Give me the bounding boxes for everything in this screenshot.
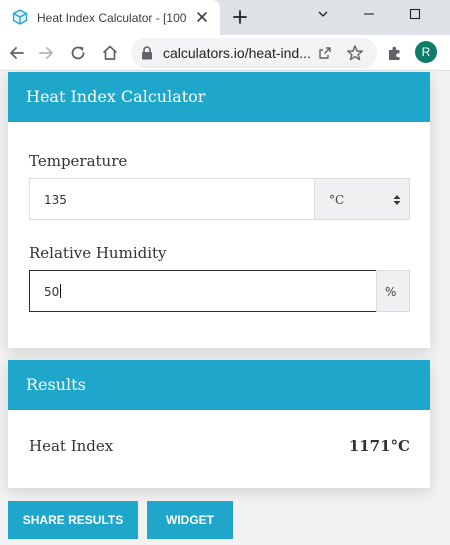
browser-toolbar: calculators.io/heat-ind... R (0, 35, 450, 71)
humidity-unit: % (385, 285, 397, 299)
tab-title: Heat Index Calculator - [100% (37, 11, 187, 25)
temperature-label: Temperature (29, 152, 128, 170)
temperature-unit: °C (329, 193, 345, 207)
maximize-icon (409, 8, 421, 20)
heat-index-label: Heat Index (29, 437, 114, 455)
calculator-card: Heat Index Calculator Temperature 135 °C… (8, 72, 430, 348)
humidity-value: 50 (44, 285, 60, 299)
close-icon[interactable] (195, 10, 209, 24)
widget-button[interactable]: WIDGET (147, 501, 233, 539)
address-bar[interactable]: calculators.io/heat-ind... (131, 38, 377, 68)
humidity-unit-addon: % (376, 270, 410, 312)
tab-strip: Heat Index Calculator - [100% (0, 0, 450, 35)
back-arrow-icon[interactable] (7, 43, 27, 63)
text-caret (60, 284, 62, 298)
home-icon[interactable] (100, 43, 120, 63)
results-card: Results Heat Index 1171°C (8, 360, 430, 488)
share-results-button[interactable]: SHARE RESULTS (8, 501, 138, 539)
temperature-unit-select[interactable]: °C (314, 178, 410, 220)
cube-icon (12, 9, 28, 25)
heat-index-value: 1171°C (348, 437, 410, 455)
minimize-button[interactable] (346, 0, 392, 30)
forward-arrow-icon[interactable] (36, 43, 56, 63)
temperature-input[interactable]: 135 (29, 178, 315, 220)
reload-icon[interactable] (68, 43, 88, 63)
browser-tab[interactable]: Heat Index Calculator - [100% (0, 0, 220, 35)
lock-icon[interactable] (141, 46, 153, 60)
minimize-icon (364, 13, 374, 15)
calculator-title: Heat Index Calculator (26, 87, 206, 106)
humidity-label: Relative Humidity (29, 244, 167, 262)
profile-avatar[interactable]: R (415, 41, 437, 63)
star-icon[interactable] (346, 44, 364, 62)
plus-icon[interactable] (230, 7, 250, 27)
url-text: calculators.io/heat-ind... (163, 45, 311, 61)
results-header: Results (8, 360, 430, 410)
share-icon[interactable] (317, 45, 333, 61)
humidity-input[interactable]: 50 (29, 270, 377, 312)
calculator-header: Heat Index Calculator (8, 72, 430, 122)
puzzle-icon[interactable] (386, 44, 404, 62)
select-arrows-icon (393, 195, 401, 205)
results-title: Results (26, 375, 86, 394)
chevron-down-icon (318, 11, 328, 17)
temperature-value: 135 (44, 193, 67, 207)
tab-search-button[interactable] (300, 0, 346, 30)
maximize-button[interactable] (392, 0, 438, 30)
